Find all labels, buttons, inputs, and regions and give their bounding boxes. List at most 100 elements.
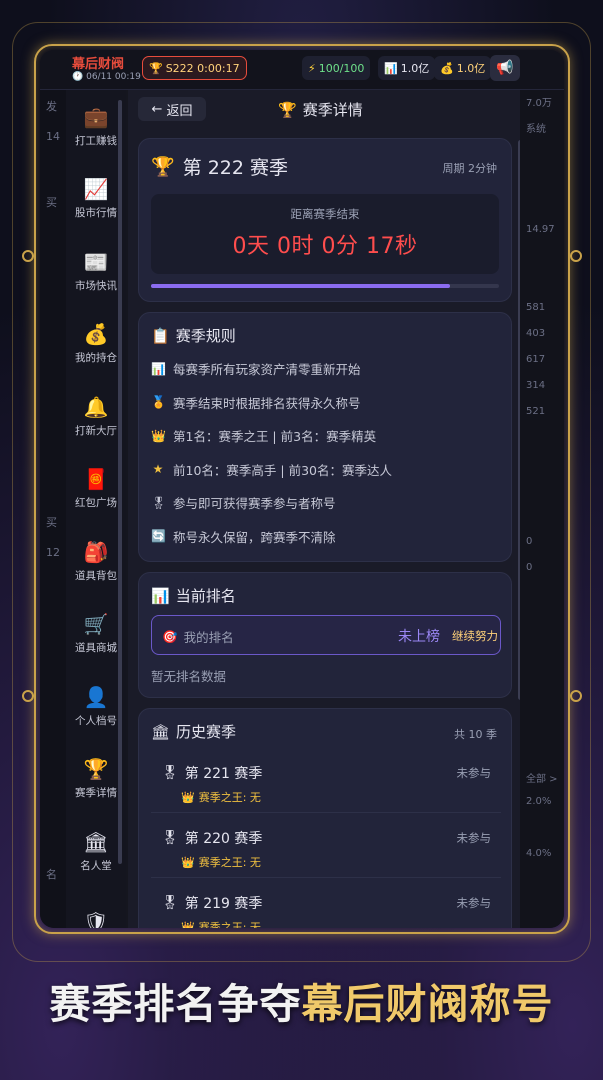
sidebar-item-3[interactable]: 💰 我的持仓 [66,308,126,381]
background-text [46,738,66,762]
back-button[interactable]: ← 返回 [138,97,206,121]
history-row[interactable]: 🎖 第 219 赛季 未参与 👑 赛季之王: 无 [151,879,501,928]
clock-display: 🕐 06/11 00:19 [72,72,141,82]
season-timer-badge[interactable]: 🏆 S222 0:00:17 [142,56,247,80]
background-text [526,640,564,662]
countdown-label: 距离赛季结束 [290,207,360,221]
trophy-icon: 🏆 [83,757,109,782]
trophy-icon: 🏆 [151,156,175,178]
sidebar-item-10[interactable]: 🏛 名人堂 [66,815,126,888]
sidebar-item-6[interactable]: 🎒 道具背包 [66,525,126,598]
background-text: 617 [526,354,546,365]
sidebar-scrollbar[interactable] [118,100,122,864]
my-rank-value: 未上榜 [398,629,440,645]
newspaper-icon: 📰 [83,249,109,274]
sidebar-item-7[interactable]: 🛒 道具商城 [66,598,126,671]
announcement-button[interactable]: 📢 [490,55,520,81]
background-text [46,290,66,314]
background-text: 2.0% [526,796,552,807]
history-row[interactable]: 🎖 第 221 赛季 未参与 👑 赛季之王: 无 [151,749,501,813]
history-king: 👑 赛季之王: 无 [181,919,261,929]
sidebar-item-9[interactable]: 🏆 赛季详情 [66,743,126,816]
background-text: 7.0万 [526,98,552,109]
sidebar-item-label: 赛季详情 [75,787,117,800]
background-text [46,226,66,250]
background-text [526,692,564,714]
background-text [526,666,564,688]
sidebar-item-0[interactable]: 💼 打工赚钱 [66,90,126,163]
no-ranking-data: 暂无排名数据 [151,669,227,684]
history-count: 共 10 季 [454,728,497,741]
sidebar-item-8[interactable]: 👤 个人档号 [66,670,126,743]
background-page-right: 7.0万 系统 14.97 581 403 617 314 521 0 0 全部 > 2.0% 4.0% [520,90,564,928]
season-heading: 🏆 第 222 赛季 [151,153,288,180]
history-king-text: 赛季之王: 无 [198,791,261,804]
cash-stat[interactable]: 💰 1.0亿 [434,56,492,80]
history-king-text: 赛季之王: 无 [198,856,261,869]
history-row[interactable]: 🎖 第 220 赛季 未参与 👑 赛季之王: 无 [151,814,501,878]
my-rank-box[interactable]: 🎯 我的排名 未上榜 继续努力 [151,615,501,655]
lightning-icon: ⚡ [308,61,316,75]
season-card: 🏆 第 222 赛季 周期 2分钟 距离赛季结束 0天 0时 0分 17秒 [138,138,512,302]
app-title: 幕后财阀 [72,57,125,72]
history-status: 未参与 [456,766,492,780]
background-text [46,578,66,602]
sidebar-item-label: 市场快讯 [75,279,117,292]
background-text [526,250,564,272]
season-timer-text: S222 0:00:17 [165,61,240,75]
sidebar-item-11[interactable]: 🛡 [66,888,126,928]
history-season-title: 第 221 赛季 [184,766,263,782]
asset-stat[interactable]: 📊 1.0亿 [378,56,436,80]
clipboard-icon: 📋 [151,326,170,345]
background-text [46,674,66,698]
sidebar-item-5[interactable]: 🧧 红包广场 [66,453,126,526]
page-title-text: 赛季详情 [302,101,363,119]
rule-icon: 📊 [151,361,166,376]
rule-text: 前10名：赛季高手 | 前30名：赛季达人 [173,462,392,478]
trophy-icon: 🏆 [149,61,163,75]
background-text [526,484,564,506]
background-text [46,706,66,730]
time-text: 06/11 00:19 [86,72,141,82]
rule-icon: 🔄 [151,529,166,543]
money-bag-icon: 💰 [440,61,454,75]
background-text [46,386,66,410]
page-title: 🏆 赛季详情 [278,99,363,120]
history-title: 🏛 历史赛季 [151,721,236,742]
sidebar-item-2[interactable]: 📰 市场快讯 [66,235,126,308]
background-text [46,642,66,666]
history-season-name: 🎖 第 221 赛季 [161,763,262,783]
history-season-title: 第 219 赛季 [184,896,263,912]
background-text [526,276,564,298]
rule-item: 🎖 参与即可获得赛季参与者称号 [151,493,336,512]
frame-ornament [22,690,34,702]
ranking-title: 📊 当前排名 [151,585,236,606]
crown-icon: 👑 [181,920,195,929]
history-king-text: 赛季之王: 无 [198,921,261,928]
rules-card: 📋 赛季规则 📊 每赛季所有玩家资产清零重新开始 🏅 赛季结束时根据排名获得永久称号 👑… [138,312,512,562]
promo-banner-text: 赛季排名争夺幕后财阀称号 [12,970,591,1030]
background-text: 名 [46,868,57,881]
frame-ornament [570,250,582,262]
background-text: 全部 > [526,774,558,785]
season-progress-fill [151,284,451,288]
sidebar-item-4[interactable]: 🔔 打新大厅 [66,380,126,453]
energy-stat[interactable]: ⚡ 100/100 [302,56,371,80]
promo-banner: 赛季排名争夺幕后财阀称号 [12,952,591,1060]
promo-text-white: 赛季排名争夺 [49,980,302,1028]
frame-ornament [570,690,582,702]
sidebar-nav: 💼 打工赚钱 📈 股市行情 📰 市场快讯 💰 我的持仓 🔔 打新大厅 🧧 红包广场 🎒 道具背包 🛒 道具商城… [66,90,126,928]
bar-chart-icon: 📊 [151,586,170,605]
background-text [526,432,564,454]
countdown-box: 距离赛季结束 0天 0时 0分 17秒 [151,194,499,274]
background-text [46,162,66,186]
sidebar-item-label: 红包广场 [75,497,117,510]
background-text [46,450,66,474]
sidebar-item-1[interactable]: 📈 股市行情 [66,163,126,236]
chart-up-icon: 📈 [83,177,109,202]
background-text [46,610,66,634]
background-text [526,588,564,610]
background-text [46,418,66,442]
background-text [526,198,564,220]
background-text: 4.0% [526,848,552,859]
